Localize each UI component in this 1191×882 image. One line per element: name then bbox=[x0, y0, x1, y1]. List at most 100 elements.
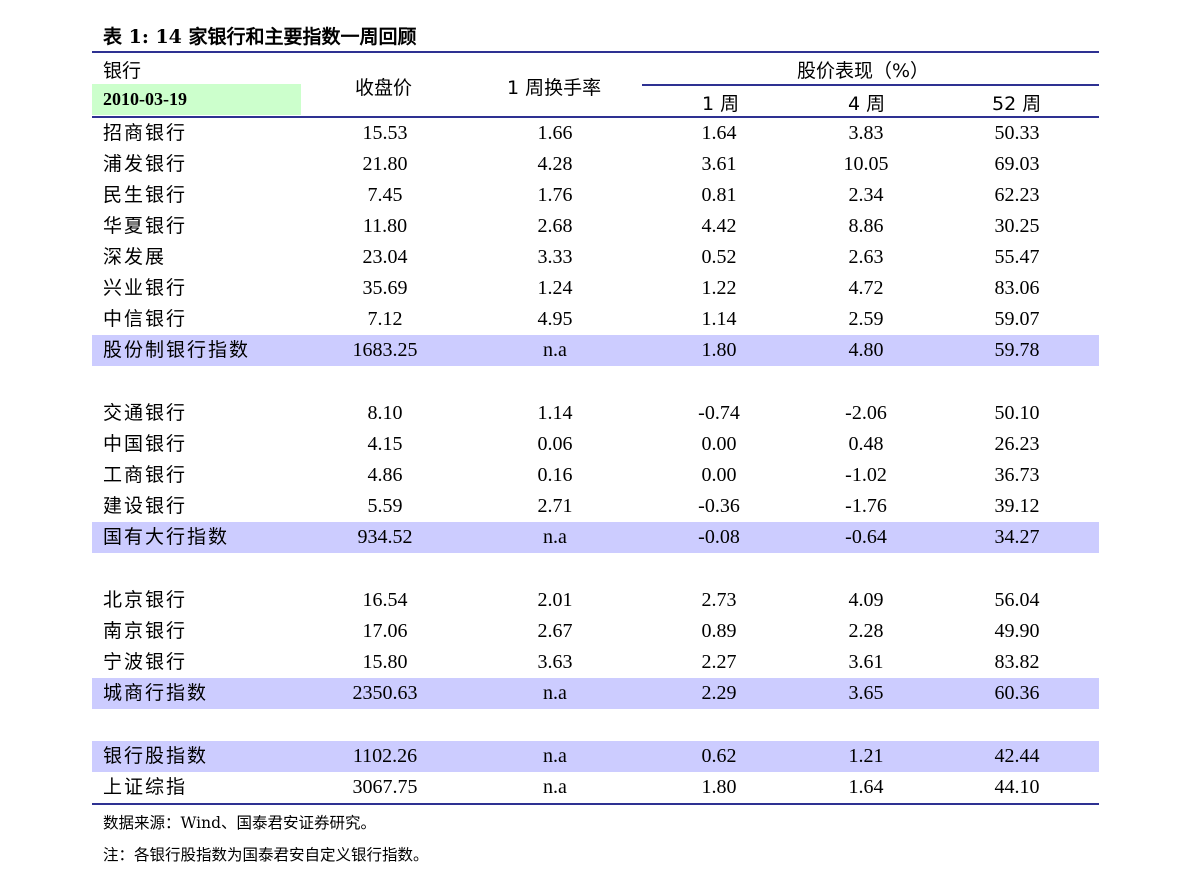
cell-4w: 3.65 bbox=[848, 682, 884, 704]
table-row: 北京银行 16.54 2.01 2.73 4.09 56.04 bbox=[92, 585, 1099, 616]
cell-4w: 2.34 bbox=[848, 184, 884, 206]
cell-1w: 3.61 bbox=[701, 153, 737, 175]
cell-1w: 2.29 bbox=[701, 682, 737, 704]
header-date: 2010-03-19 bbox=[103, 89, 187, 109]
cell-turnover: 3.33 bbox=[537, 246, 573, 268]
cell-4w: 0.48 bbox=[848, 433, 884, 455]
remark-note: 注：各银行股指数为国泰君安自定义银行指数。 bbox=[103, 846, 429, 864]
cell-bank-name: 宁波银行 bbox=[103, 651, 188, 673]
cell-52w: 36.73 bbox=[994, 464, 1040, 486]
cell-1w: -0.74 bbox=[698, 402, 740, 424]
table-top-rule bbox=[92, 51, 1099, 53]
cell-turnover: 1.76 bbox=[537, 184, 573, 206]
table-row: 深发展 23.04 3.33 0.52 2.63 55.47 bbox=[92, 242, 1099, 273]
cell-4w: -2.06 bbox=[845, 402, 887, 424]
cell-bank-name: 城商行指数 bbox=[103, 682, 209, 704]
table-row: 兴业银行 35.69 1.24 1.22 4.72 83.06 bbox=[92, 273, 1099, 304]
cell-4w: 10.05 bbox=[843, 153, 889, 175]
table-row: 南京银行 17.06 2.67 0.89 2.28 49.90 bbox=[92, 616, 1099, 647]
table-row: 民生银行 7.45 1.76 0.81 2.34 62.23 bbox=[92, 180, 1099, 211]
table-row: 浦发银行 21.80 4.28 3.61 10.05 69.03 bbox=[92, 149, 1099, 180]
cell-bank-name: 南京银行 bbox=[103, 620, 188, 642]
cell-4w: 2.28 bbox=[848, 620, 884, 642]
cell-52w: 34.27 bbox=[994, 526, 1040, 548]
cell-close: 5.59 bbox=[367, 495, 403, 517]
cell-close: 35.69 bbox=[362, 277, 408, 299]
cell-4w: 2.63 bbox=[848, 246, 884, 268]
cell-bank-name: 股份制银行指数 bbox=[103, 339, 251, 361]
cell-52w: 30.25 bbox=[994, 215, 1040, 237]
table-row: 建设银行 5.59 2.71 -0.36 -1.76 39.12 bbox=[92, 491, 1099, 522]
cell-turnover: 0.06 bbox=[537, 433, 573, 455]
cell-52w: 59.07 bbox=[994, 308, 1040, 330]
header-perf-52w: 52 周 bbox=[992, 93, 1042, 115]
header-turnover: 1 周换手率 bbox=[507, 77, 602, 99]
cell-bank-name: 国有大行指数 bbox=[103, 526, 230, 548]
cell-bank-name: 招商银行 bbox=[103, 122, 188, 144]
header-bank-label: 银行 bbox=[103, 60, 142, 82]
cell-close: 7.12 bbox=[367, 308, 403, 330]
cell-turnover: 2.67 bbox=[537, 620, 573, 642]
cell-close: 7.45 bbox=[367, 184, 403, 206]
cell-1w: 1.22 bbox=[701, 277, 737, 299]
header-close-price: 收盘价 bbox=[355, 77, 413, 99]
cropped-heading-remnant bbox=[92, 0, 452, 4]
cell-bank-name: 银行股指数 bbox=[103, 745, 209, 767]
cell-52w: 83.82 bbox=[994, 651, 1040, 673]
cell-4w: 4.09 bbox=[848, 589, 884, 611]
cell-bank-name: 兴业银行 bbox=[103, 277, 188, 299]
cell-4w: 1.64 bbox=[848, 776, 884, 798]
cell-turnover: 0.16 bbox=[537, 464, 573, 486]
cell-close: 4.86 bbox=[367, 464, 403, 486]
cell-4w: 3.61 bbox=[848, 651, 884, 673]
index-row: 城商行指数 2350.63 n.a 2.29 3.65 60.36 bbox=[92, 678, 1099, 709]
cell-bank-name: 深发展 bbox=[103, 246, 167, 268]
table-row: 工商银行 4.86 0.16 0.00 -1.02 36.73 bbox=[92, 460, 1099, 491]
cell-close: 21.80 bbox=[362, 153, 408, 175]
table-row: 宁波银行 15.80 3.63 2.27 3.61 83.82 bbox=[92, 647, 1099, 678]
cell-1w: -0.36 bbox=[698, 495, 740, 517]
cell-close: 8.10 bbox=[367, 402, 403, 424]
cell-close: 1102.26 bbox=[352, 745, 418, 767]
cell-1w: 0.89 bbox=[701, 620, 737, 642]
cell-52w: 50.33 bbox=[994, 122, 1040, 144]
cell-4w: 4.80 bbox=[848, 339, 884, 361]
cell-turnover: 1.66 bbox=[537, 122, 573, 144]
cell-52w: 42.44 bbox=[994, 745, 1040, 767]
cell-4w: -0.64 bbox=[845, 526, 887, 548]
cell-bank-name: 交通银行 bbox=[103, 402, 188, 424]
index-row: 银行股指数 1102.26 n.a 0.62 1.21 42.44 bbox=[92, 741, 1099, 772]
cell-4w: 4.72 bbox=[848, 277, 884, 299]
cell-close: 23.04 bbox=[362, 246, 408, 268]
cell-1w: 0.52 bbox=[701, 246, 737, 268]
cell-close: 17.06 bbox=[362, 620, 408, 642]
cell-turnover: 1.24 bbox=[537, 277, 573, 299]
cell-close: 1683.25 bbox=[352, 339, 418, 361]
cell-4w: 3.83 bbox=[848, 122, 884, 144]
cell-turnover: 2.01 bbox=[537, 589, 573, 611]
cell-1w: -0.08 bbox=[698, 526, 740, 548]
index-row: 股份制银行指数 1683.25 n.a 1.80 4.80 59.78 bbox=[92, 335, 1099, 366]
cell-1w: 1.80 bbox=[701, 339, 737, 361]
cell-1w: 0.81 bbox=[701, 184, 737, 206]
cell-52w: 83.06 bbox=[994, 277, 1040, 299]
cell-52w: 69.03 bbox=[994, 153, 1040, 175]
cell-1w: 4.42 bbox=[701, 215, 737, 237]
table-row: 中国银行 4.15 0.06 0.00 0.48 26.23 bbox=[92, 429, 1099, 460]
cell-turnover: n.a bbox=[543, 682, 567, 704]
cell-52w: 60.36 bbox=[994, 682, 1040, 704]
cell-52w: 49.90 bbox=[994, 620, 1040, 642]
cell-turnover: 3.63 bbox=[537, 651, 573, 673]
cell-close: 2350.63 bbox=[352, 682, 418, 704]
cell-turnover: 4.95 bbox=[537, 308, 573, 330]
cell-turnover: n.a bbox=[543, 339, 567, 361]
cell-close: 15.53 bbox=[362, 122, 408, 144]
cell-bank-name: 浦发银行 bbox=[103, 153, 188, 175]
cell-bank-name: 工商银行 bbox=[103, 464, 188, 486]
cell-turnover: 2.68 bbox=[537, 215, 573, 237]
cell-52w: 55.47 bbox=[994, 246, 1040, 268]
cell-1w: 0.62 bbox=[701, 745, 737, 767]
cell-52w: 62.23 bbox=[994, 184, 1040, 206]
cell-close: 15.80 bbox=[362, 651, 408, 673]
cell-bank-name: 北京银行 bbox=[103, 589, 188, 611]
